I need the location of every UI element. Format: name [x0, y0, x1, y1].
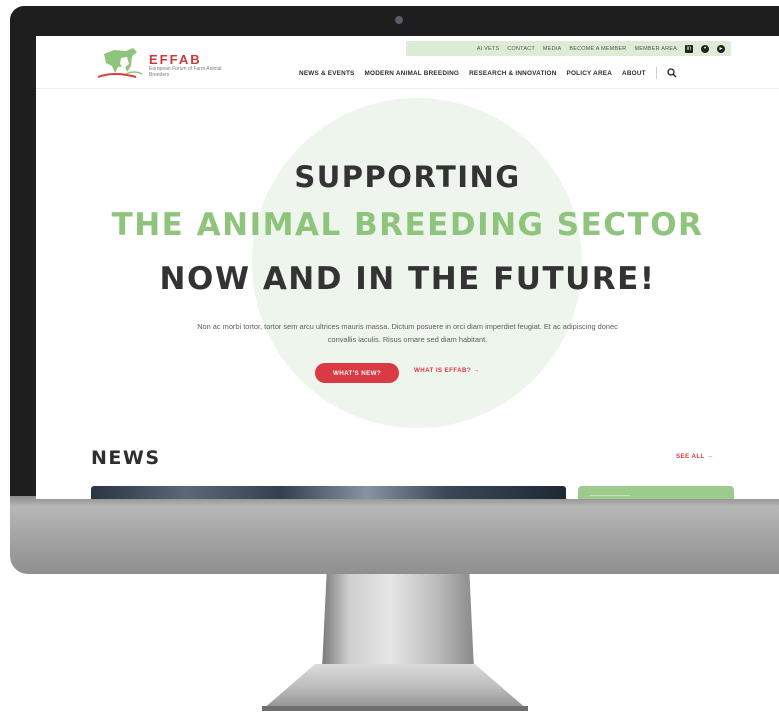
website-screen: EFFAB European Forum of Farm Animal Bree…	[36, 36, 779, 499]
linkedin-icon[interactable]: in	[685, 44, 693, 53]
nav-news-events[interactable]: NEWS & EVENTS	[299, 70, 355, 77]
utility-link-become-member[interactable]: BECOME A MEMBER	[569, 46, 626, 52]
news-card-divider	[590, 495, 630, 496]
what-is-effab-link[interactable]: WHAT IS EFFAB? →	[414, 367, 480, 374]
hero-heading-line2: THE ANIMAL BREEDING SECTOR	[111, 207, 704, 243]
twitter-icon[interactable]: •	[701, 44, 709, 53]
monitor-stand-neck	[322, 574, 474, 670]
youtube-icon[interactable]: ▸	[717, 44, 725, 53]
utility-link-media[interactable]: MEDIA	[543, 46, 561, 52]
nav-policy-area[interactable]: POLICY AREA	[567, 70, 613, 77]
logo-subtitle: European Forum of Farm Animal Breeders	[149, 66, 222, 78]
news-section-title: NEWS	[91, 447, 161, 469]
utility-link-ai-vets[interactable]: AI VETS	[477, 46, 500, 52]
search-icon[interactable]	[667, 68, 677, 78]
site-header: EFFAB European Forum of Farm Animal Bree…	[36, 36, 779, 89]
site-logo[interactable]: EFFAB European Forum of Farm Animal Bree…	[96, 44, 236, 82]
hero-heading-line1: SUPPORTING	[294, 160, 521, 194]
hero-body-text: Non ac morbi tortor, tortor sem arcu ult…	[197, 322, 618, 344]
utility-link-member-area[interactable]: MEMBER AREA	[634, 46, 677, 52]
news-card-featured[interactable]	[578, 486, 734, 499]
whats-new-button[interactable]: WHAT'S NEW?	[315, 363, 399, 383]
webcam-icon	[395, 16, 403, 24]
cattle-logo-icon	[97, 48, 143, 78]
nav-research-innovation[interactable]: RESEARCH & INNOVATION	[469, 70, 556, 77]
main-nav: NEWS & EVENTS MODERN ANIMAL BREEDING RES…	[299, 67, 677, 79]
monitor-stand-base-edge	[262, 706, 528, 711]
nav-divider	[655, 67, 657, 79]
see-all-news-link[interactable]: SEE ALL →	[676, 453, 713, 460]
utility-bar: AI VETS CONTACT MEDIA BECOME A MEMBER ME…	[406, 41, 731, 56]
news-card-image[interactable]	[91, 486, 566, 499]
logo-title: EFFAB	[149, 52, 202, 67]
nav-about[interactable]: ABOUT	[622, 70, 646, 77]
utility-link-contact[interactable]: CONTACT	[507, 46, 535, 52]
nav-modern-animal-breeding[interactable]: MODERN ANIMAL BREEDING	[365, 70, 460, 77]
monitor-stand-base	[262, 664, 528, 710]
monitor-chin	[10, 496, 779, 574]
hero-heading-line3: NOW AND IN THE FUTURE!	[159, 261, 656, 297]
